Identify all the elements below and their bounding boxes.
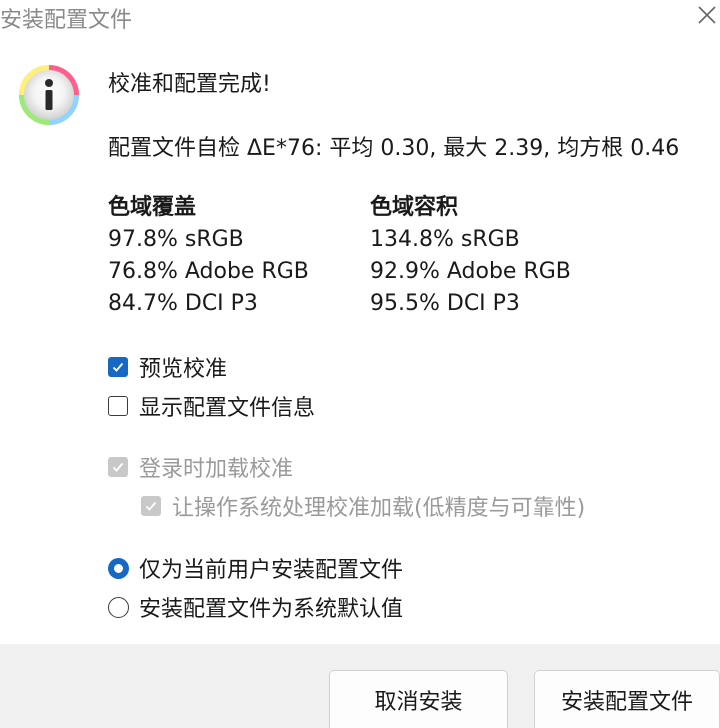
radio-unselected-icon[interactable] bbox=[108, 596, 129, 618]
checkbox-unchecked-icon[interactable] bbox=[108, 396, 128, 416]
radio-selected-icon[interactable] bbox=[108, 557, 129, 579]
checkbox-disabled-icon bbox=[141, 496, 161, 516]
os-handle-loading-label: 让操作系统处理校准加载(低精度与可靠性) bbox=[172, 496, 586, 521]
preview-calibration-checkbox[interactable]: 预览校准 bbox=[108, 351, 227, 383]
window-title: 安装配置文件 bbox=[0, 8, 133, 33]
gamut-volume-srgb: 134.8% sRGB bbox=[370, 227, 520, 252]
gamut-coverage-adobe-rgb: 76.8% Adobe RGB bbox=[108, 259, 309, 284]
profile-self-check: 配置文件自检 ΔE*76: 平均 0.30, 最大 2.39, 均方根 0.46 bbox=[108, 136, 680, 161]
gamut-volume-header: 色域容积 bbox=[370, 195, 459, 220]
load-on-login-checkbox[interactable]: 登录时加载校准 bbox=[108, 451, 293, 483]
checkbox-disabled-icon bbox=[108, 457, 128, 477]
cancel-install-button[interactable]: 取消安装 bbox=[329, 670, 508, 728]
install-current-user-label: 仅为当前用户安装配置文件 bbox=[139, 558, 404, 583]
result-heading: 校准和配置完成! bbox=[108, 72, 271, 97]
gamut-coverage-header: 色域覆盖 bbox=[108, 195, 197, 220]
show-profile-info-checkbox[interactable]: 显示配置文件信息 bbox=[108, 390, 315, 422]
gamut-coverage-dci-p3: 84.7% DCI P3 bbox=[108, 291, 258, 316]
gamut-volume-dci-p3: 95.5% DCI P3 bbox=[370, 291, 520, 316]
gamut-volume-adobe-rgb: 92.9% Adobe RGB bbox=[370, 259, 571, 284]
gamut-volume: 色域容积 134.8% sRGB 92.9% Adobe RGB 95.5% D… bbox=[370, 192, 571, 320]
install-system-default-label: 安装配置文件为系统默认值 bbox=[139, 597, 404, 622]
checkbox-checked-icon[interactable] bbox=[108, 357, 128, 377]
preview-calibration-label: 预览校准 bbox=[139, 357, 228, 382]
install-profile-button[interactable]: 安装配置文件 bbox=[534, 670, 720, 728]
info-icon bbox=[18, 64, 80, 126]
gamut-coverage: 色域覆盖 97.8% sRGB 76.8% Adobe RGB 84.7% DC… bbox=[108, 192, 309, 320]
install-system-default-radio[interactable]: 安装配置文件为系统默认值 bbox=[108, 591, 403, 623]
close-icon[interactable] bbox=[694, 2, 720, 28]
load-on-login-label: 登录时加载校准 bbox=[139, 457, 294, 482]
os-handle-loading-checkbox[interactable]: 让操作系统处理校准加载(低精度与可靠性) bbox=[141, 490, 585, 522]
show-profile-info-label: 显示配置文件信息 bbox=[139, 396, 316, 421]
gamut-coverage-srgb: 97.8% sRGB bbox=[108, 227, 244, 252]
install-current-user-radio[interactable]: 仅为当前用户安装配置文件 bbox=[108, 552, 403, 584]
